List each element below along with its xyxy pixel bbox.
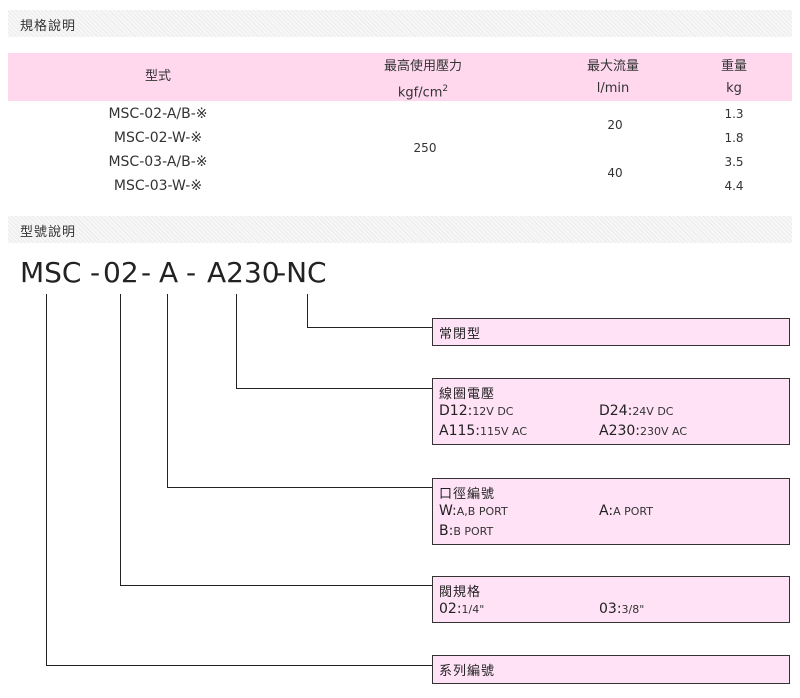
code-series: MSC — [20, 256, 82, 289]
header-model: 型式 — [144, 69, 171, 84]
coil-option-a115: A115:115V AC — [439, 423, 527, 439]
weight-row-4: 4.4 — [724, 179, 744, 193]
spec-section-title: 規格說明 — [20, 19, 77, 34]
header-flow: 最大流量 l/min — [548, 56, 678, 100]
header-pressure: 最高使用壓力 kgf/cm2 — [328, 56, 518, 104]
flow-value-02: 20 — [607, 118, 623, 132]
connector-valve-h — [120, 585, 432, 586]
spec-table-header: 型式 最高使用壓力 kgf/cm2 最大流量 l/min 重量 kg — [8, 53, 792, 101]
port-val: B PORT — [453, 525, 494, 538]
model-row-3: MSC-03-A/B-※ — [108, 154, 208, 170]
coil-key: A115: — [439, 423, 481, 439]
box-port-code: 口徑編號 W:A,B PORT A:A PORT B:B PORT — [432, 478, 790, 545]
connector-series-h — [46, 665, 432, 666]
valve-key: 02: — [439, 601, 462, 617]
connector-nc-v — [307, 294, 308, 328]
pressure-value: 250 — [413, 141, 437, 155]
port-val: A,B PORT — [456, 505, 508, 518]
port-option-b: B:B PORT — [439, 523, 493, 539]
connector-nc-h — [307, 327, 432, 328]
coil-option-d12: D12:12V DC — [439, 403, 513, 419]
model-section-header: 型號說明 — [8, 216, 792, 243]
coil-val: 115V AC — [480, 425, 528, 438]
port-key: B: — [439, 523, 454, 539]
box-coil-title: 線圈電壓 — [439, 387, 496, 402]
code-port: A — [159, 256, 179, 289]
port-val: A PORT — [613, 505, 653, 518]
model-row-2: MSC-02-W-※ — [113, 130, 203, 146]
header-flow-unit: l/min — [596, 81, 630, 96]
coil-val: 12V DC — [472, 405, 514, 418]
flow-value-03: 40 — [607, 166, 623, 180]
code-dash-2: - — [141, 256, 152, 289]
port-option-a: A:A PORT — [599, 503, 653, 519]
weight-row-1: 1.3 — [724, 107, 744, 121]
code-coil: A230 — [207, 256, 280, 289]
model-row-1: MSC-02-A/B-※ — [108, 106, 208, 122]
box-series-title: 系列編號 — [439, 664, 496, 679]
connector-valve-v — [120, 294, 121, 586]
box-valve-size: 閥規格 02:1/4" 03:3/8" — [432, 576, 790, 623]
connector-coil-v — [236, 294, 237, 389]
model-row-4: MSC-03-W-※ — [113, 178, 203, 194]
box-coil-voltage: 線圈電壓 D12:12V DC D24:24V DC A115:115V AC … — [432, 378, 790, 445]
weight-row-3: 3.5 — [724, 155, 744, 169]
connector-series-v — [46, 294, 47, 666]
box-port-title: 口徑編號 — [439, 487, 496, 502]
header-weight: 重量 kg — [694, 56, 774, 100]
connector-coil-h — [236, 388, 432, 389]
header-flow-label: 最大流量 — [586, 59, 639, 74]
coil-key: D24: — [599, 403, 633, 419]
code-dash-3: - — [186, 256, 197, 289]
port-key: W: — [439, 503, 457, 519]
header-pressure-unit: kgf/cm2 — [328, 78, 518, 104]
valve-option-02: 02:1/4" — [439, 601, 484, 617]
port-key: A: — [599, 503, 614, 519]
code-nc: -NC — [276, 256, 327, 289]
pressure-unit-sup: 2 — [442, 84, 449, 94]
spec-section-header: 規格說明 — [8, 10, 792, 37]
coil-key: D12: — [439, 403, 473, 419]
box-valve-title: 閥規格 — [439, 585, 482, 600]
valve-key: 03: — [599, 601, 622, 617]
box-normally-closed: 常閉型 — [432, 318, 790, 346]
port-option-w: W:A,B PORT — [439, 503, 508, 519]
connector-port-v — [167, 294, 168, 488]
header-pressure-label: 最高使用壓力 — [383, 59, 462, 74]
coil-key: A230: — [599, 423, 641, 439]
valve-option-03: 03:3/8" — [599, 601, 644, 617]
coil-option-d24: D24:24V DC — [599, 403, 673, 419]
box-series-code: 系列編號 — [432, 655, 790, 684]
code-dash-1: - — [90, 256, 101, 289]
coil-val: 230V AC — [640, 425, 688, 438]
pressure-unit-text: kgf/cm — [397, 85, 443, 101]
model-section-title: 型號說明 — [20, 225, 77, 240]
weight-row-2: 1.8 — [724, 131, 744, 145]
valve-val: 1/4" — [461, 603, 485, 616]
box-nc-title: 常閉型 — [439, 327, 482, 342]
header-weight-label: 重量 — [720, 59, 747, 74]
code-valve: 02 — [103, 256, 139, 289]
connector-port-h — [167, 487, 432, 488]
coil-option-a230: A230:230V AC — [599, 423, 687, 439]
valve-val: 3/8" — [621, 603, 645, 616]
coil-val: 24V DC — [632, 405, 674, 418]
header-weight-unit: kg — [726, 81, 742, 96]
